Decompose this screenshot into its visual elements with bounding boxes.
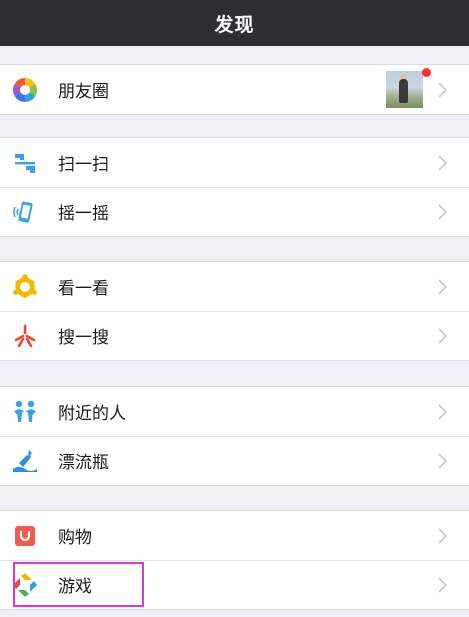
menu-item-top-stories[interactable]: 看一看: [0, 262, 469, 311]
group-scan-shake: 扫一扫 摇一摇: [0, 137, 469, 237]
chevron-right-icon: [438, 452, 447, 469]
chevron-right-icon: [438, 154, 447, 171]
chevron-right-icon: [438, 203, 447, 220]
chevron-right-icon: [438, 403, 447, 420]
menu-item-label: 游戏: [58, 577, 92, 597]
menu-item-shake[interactable]: 摇一摇: [0, 187, 469, 236]
people-nearby-icon: [12, 399, 38, 425]
chevron-right-icon: [438, 576, 447, 593]
chevron-right-icon: [438, 527, 447, 544]
group-moments: 朋友圈: [0, 64, 469, 115]
nav-bar: 发现: [0, 0, 469, 46]
menu-item-games[interactable]: 游戏: [0, 560, 469, 609]
shake-icon: [12, 199, 38, 225]
group-shopping-games: 购物 游戏: [0, 510, 469, 610]
group-stories-search: 看一看 搜一搜: [0, 261, 469, 361]
menu-item-search[interactable]: 搜一搜: [0, 311, 469, 360]
moments-icon: [12, 77, 38, 103]
menu-item-label: 搜一搜: [58, 328, 109, 348]
menu-item-shopping[interactable]: 购物: [0, 511, 469, 560]
chevron-right-icon: [438, 81, 447, 98]
scan-icon: [12, 150, 38, 176]
menu-item-label: 朋友圈: [58, 82, 109, 102]
menu-item-label: 漂流瓶: [58, 453, 109, 473]
menu-item-moments[interactable]: 朋友圈: [0, 65, 469, 114]
chevron-right-icon: [438, 327, 447, 344]
top-stories-icon: [12, 273, 38, 300]
menu-item-label: 看一看: [58, 279, 109, 299]
moments-thumbnail: [386, 71, 423, 108]
menu-item-people-nearby[interactable]: 附近的人: [0, 387, 469, 436]
menu-item-label: 扫一扫: [58, 155, 109, 175]
games-icon: [12, 572, 38, 598]
search-icon: [12, 323, 38, 349]
menu-item-label: 摇一摇: [58, 204, 109, 224]
chevron-right-icon: [438, 278, 447, 295]
group-nearby-bottle: 附近的人 漂流瓶: [0, 386, 469, 486]
notification-dot: [422, 68, 431, 77]
menu-item-drift-bottle[interactable]: 漂流瓶: [0, 436, 469, 485]
menu-item-label: 购物: [58, 528, 92, 548]
shopping-icon: [12, 523, 38, 549]
drift-bottle-icon: [12, 448, 38, 474]
menu-item-label: 附近的人: [58, 404, 126, 424]
menu-item-scan[interactable]: 扫一扫: [0, 138, 469, 187]
page-title: 发现: [214, 13, 255, 36]
